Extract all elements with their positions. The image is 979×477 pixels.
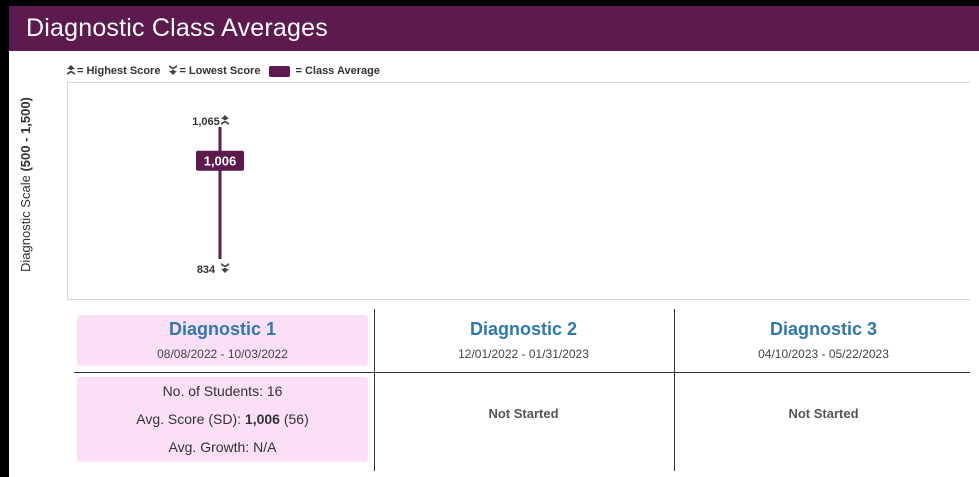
session-column-3: Diagnostic 3 04/10/2023 - 05/22/2023 Not…	[674, 309, 970, 471]
highest-score-icon	[67, 65, 75, 77]
session-header-3: Diagnostic 3 04/10/2023 - 05/22/2023	[678, 315, 969, 366]
lowest-score-icon-1	[221, 263, 229, 273]
session-title-3[interactable]: Diagnostic 3	[678, 319, 969, 340]
class-average-label-1: 1,006	[204, 154, 237, 169]
legend-lowest-label: = Lowest Score	[179, 65, 261, 77]
panel-header: Diagnostic Class Averages	[9, 6, 979, 51]
highest-score-icon-1	[221, 115, 229, 125]
chart-legend: = Highest Score = Lowest Score = Class A…	[67, 64, 380, 78]
session-stats-3: Not Started	[678, 377, 969, 462]
session-dates-1: 08/08/2022 - 10/03/2022	[157, 347, 288, 361]
avg-score-sd: (56)	[279, 411, 309, 427]
chart-svg: 1,065 834 1,006	[192, 115, 244, 276]
session-title-2[interactable]: Diagnostic 2	[378, 319, 669, 340]
session-dates-3: 04/10/2023 - 05/22/2023	[758, 347, 889, 361]
session-column-1: Diagnostic 1 08/08/2022 - 10/03/2022 No.…	[74, 309, 374, 471]
session-column-2: Diagnostic 2 12/01/2022 - 01/31/2023 Not…	[374, 309, 674, 471]
session-stats-2: Not Started	[378, 377, 669, 462]
session-header-2: Diagnostic 2 12/01/2022 - 01/31/2023	[378, 315, 669, 366]
legend-highest-label: = Highest Score	[77, 65, 161, 77]
session-header-1: Diagnostic 1 08/08/2022 - 10/03/2022	[77, 315, 368, 366]
session-status-3: Not Started	[788, 406, 859, 421]
y-axis-title: Diagnostic Scale	[18, 175, 33, 272]
diagnostic-sessions-table: Diagnostic 1 08/08/2022 - 10/03/2022 No.…	[74, 309, 970, 471]
session-title-1[interactable]: Diagnostic 1	[77, 319, 368, 340]
avg-growth: Avg. Growth: N/A	[168, 439, 277, 455]
avg-score-label: Avg. Score (SD):	[136, 411, 245, 427]
panel-title: Diagnostic Class Averages	[26, 14, 328, 42]
lowest-score-icon	[169, 65, 178, 77]
students-count: No. of Students: 16	[162, 383, 283, 399]
session-stats-1: No. of Students: 16 Avg. Score (SD): 1,0…	[77, 377, 368, 462]
y-axis-range: (500 - 1,500)	[18, 97, 33, 172]
legend-average-swatch	[269, 65, 291, 77]
session-dates-2: 12/01/2022 - 01/31/2023	[458, 347, 589, 361]
y-axis-label: Diagnostic Scale (500 - 1,500)	[18, 97, 33, 272]
avg-score-value: 1,006	[244, 411, 280, 427]
legend-average-label: = Class Average	[295, 65, 380, 77]
highest-score-label-1: 1,065	[192, 116, 220, 128]
lowest-score-label-1: 834	[197, 264, 216, 276]
avg-score: Avg. Score (SD): 1,006 (56)	[77, 411, 368, 427]
chart-plot-area: 1,065 834 1,006	[67, 82, 970, 300]
session-status-2: Not Started	[488, 406, 559, 421]
